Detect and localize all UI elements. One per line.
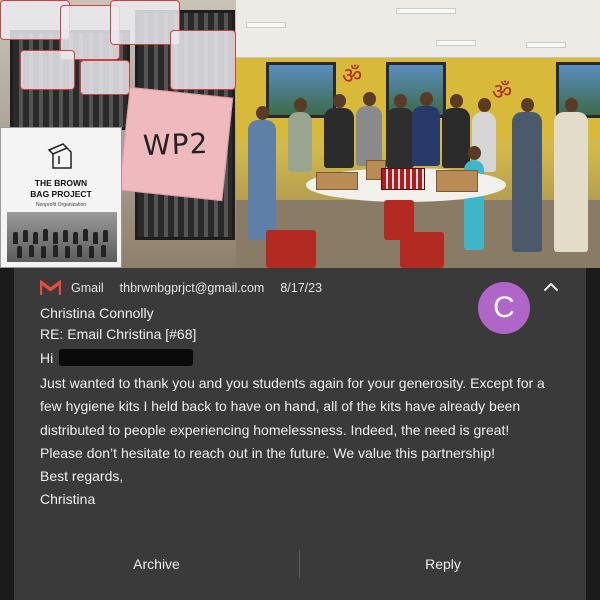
sender-name: Christina Connolly <box>40 305 154 321</box>
email-greeting: Hi <box>40 349 194 366</box>
om-symbol: ॐ <box>492 80 513 105</box>
notification-area: Gmail thbrwnbgprjct@gmail.com 8/17/23 C … <box>0 268 600 600</box>
reply-button[interactable]: Reply <box>300 546 586 582</box>
volunteers-photo: ॐ ॐ <box>236 0 600 268</box>
archive-button[interactable]: Archive <box>14 546 299 582</box>
sender-avatar: C <box>478 282 530 334</box>
crate-label: WP2 <box>118 86 234 202</box>
chevron-up-icon[interactable] <box>540 276 562 298</box>
notification-actions: Archive Reply <box>14 546 586 582</box>
notification-header: Gmail thbrwnbgprjct@gmail.com 8/17/23 <box>40 279 322 297</box>
brown-bag-flyer: THE BROWN BAG PROJECT Nonprofit Organiza… <box>0 127 122 268</box>
flyer-title: THE BROWN BAG PROJECT <box>30 178 92 199</box>
flyer-subtitle: Nonprofit Organization <box>35 202 87 208</box>
app-name: Gmail <box>71 281 104 295</box>
gmail-icon <box>40 280 61 295</box>
email-subject: RE: Email Christina [#68] <box>40 326 197 342</box>
brown-bag-logo-icon <box>47 143 72 169</box>
account-email: thbrwnbgprjct@gmail.com <box>119 281 265 295</box>
email-signoff: Best regards, <box>40 468 124 485</box>
group-photo <box>7 212 117 262</box>
screenshot: WP2 THE BROWN BAG PROJECT Nonprofit Orga… <box>0 0 600 600</box>
email-body: Just wanted to thank you and you student… <box>40 372 570 512</box>
gmail-notification-card[interactable]: Gmail thbrwnbgprjct@gmail.com 8/17/23 C … <box>14 268 586 600</box>
notification-date: 8/17/23 <box>280 281 323 295</box>
photo-collage: WP2 THE BROWN BAG PROJECT Nonprofit Orga… <box>0 0 600 268</box>
email-signature: Christina <box>40 491 96 508</box>
om-symbol: ॐ <box>342 64 363 89</box>
email-paragraph: Please don’t hesitate to reach out in th… <box>40 444 496 461</box>
redacted-name <box>59 349 194 366</box>
hygiene-kits-photo: WP2 THE BROWN BAG PROJECT Nonprofit Orga… <box>0 0 236 268</box>
email-paragraph: Just wanted to thank you and you student… <box>40 375 545 438</box>
